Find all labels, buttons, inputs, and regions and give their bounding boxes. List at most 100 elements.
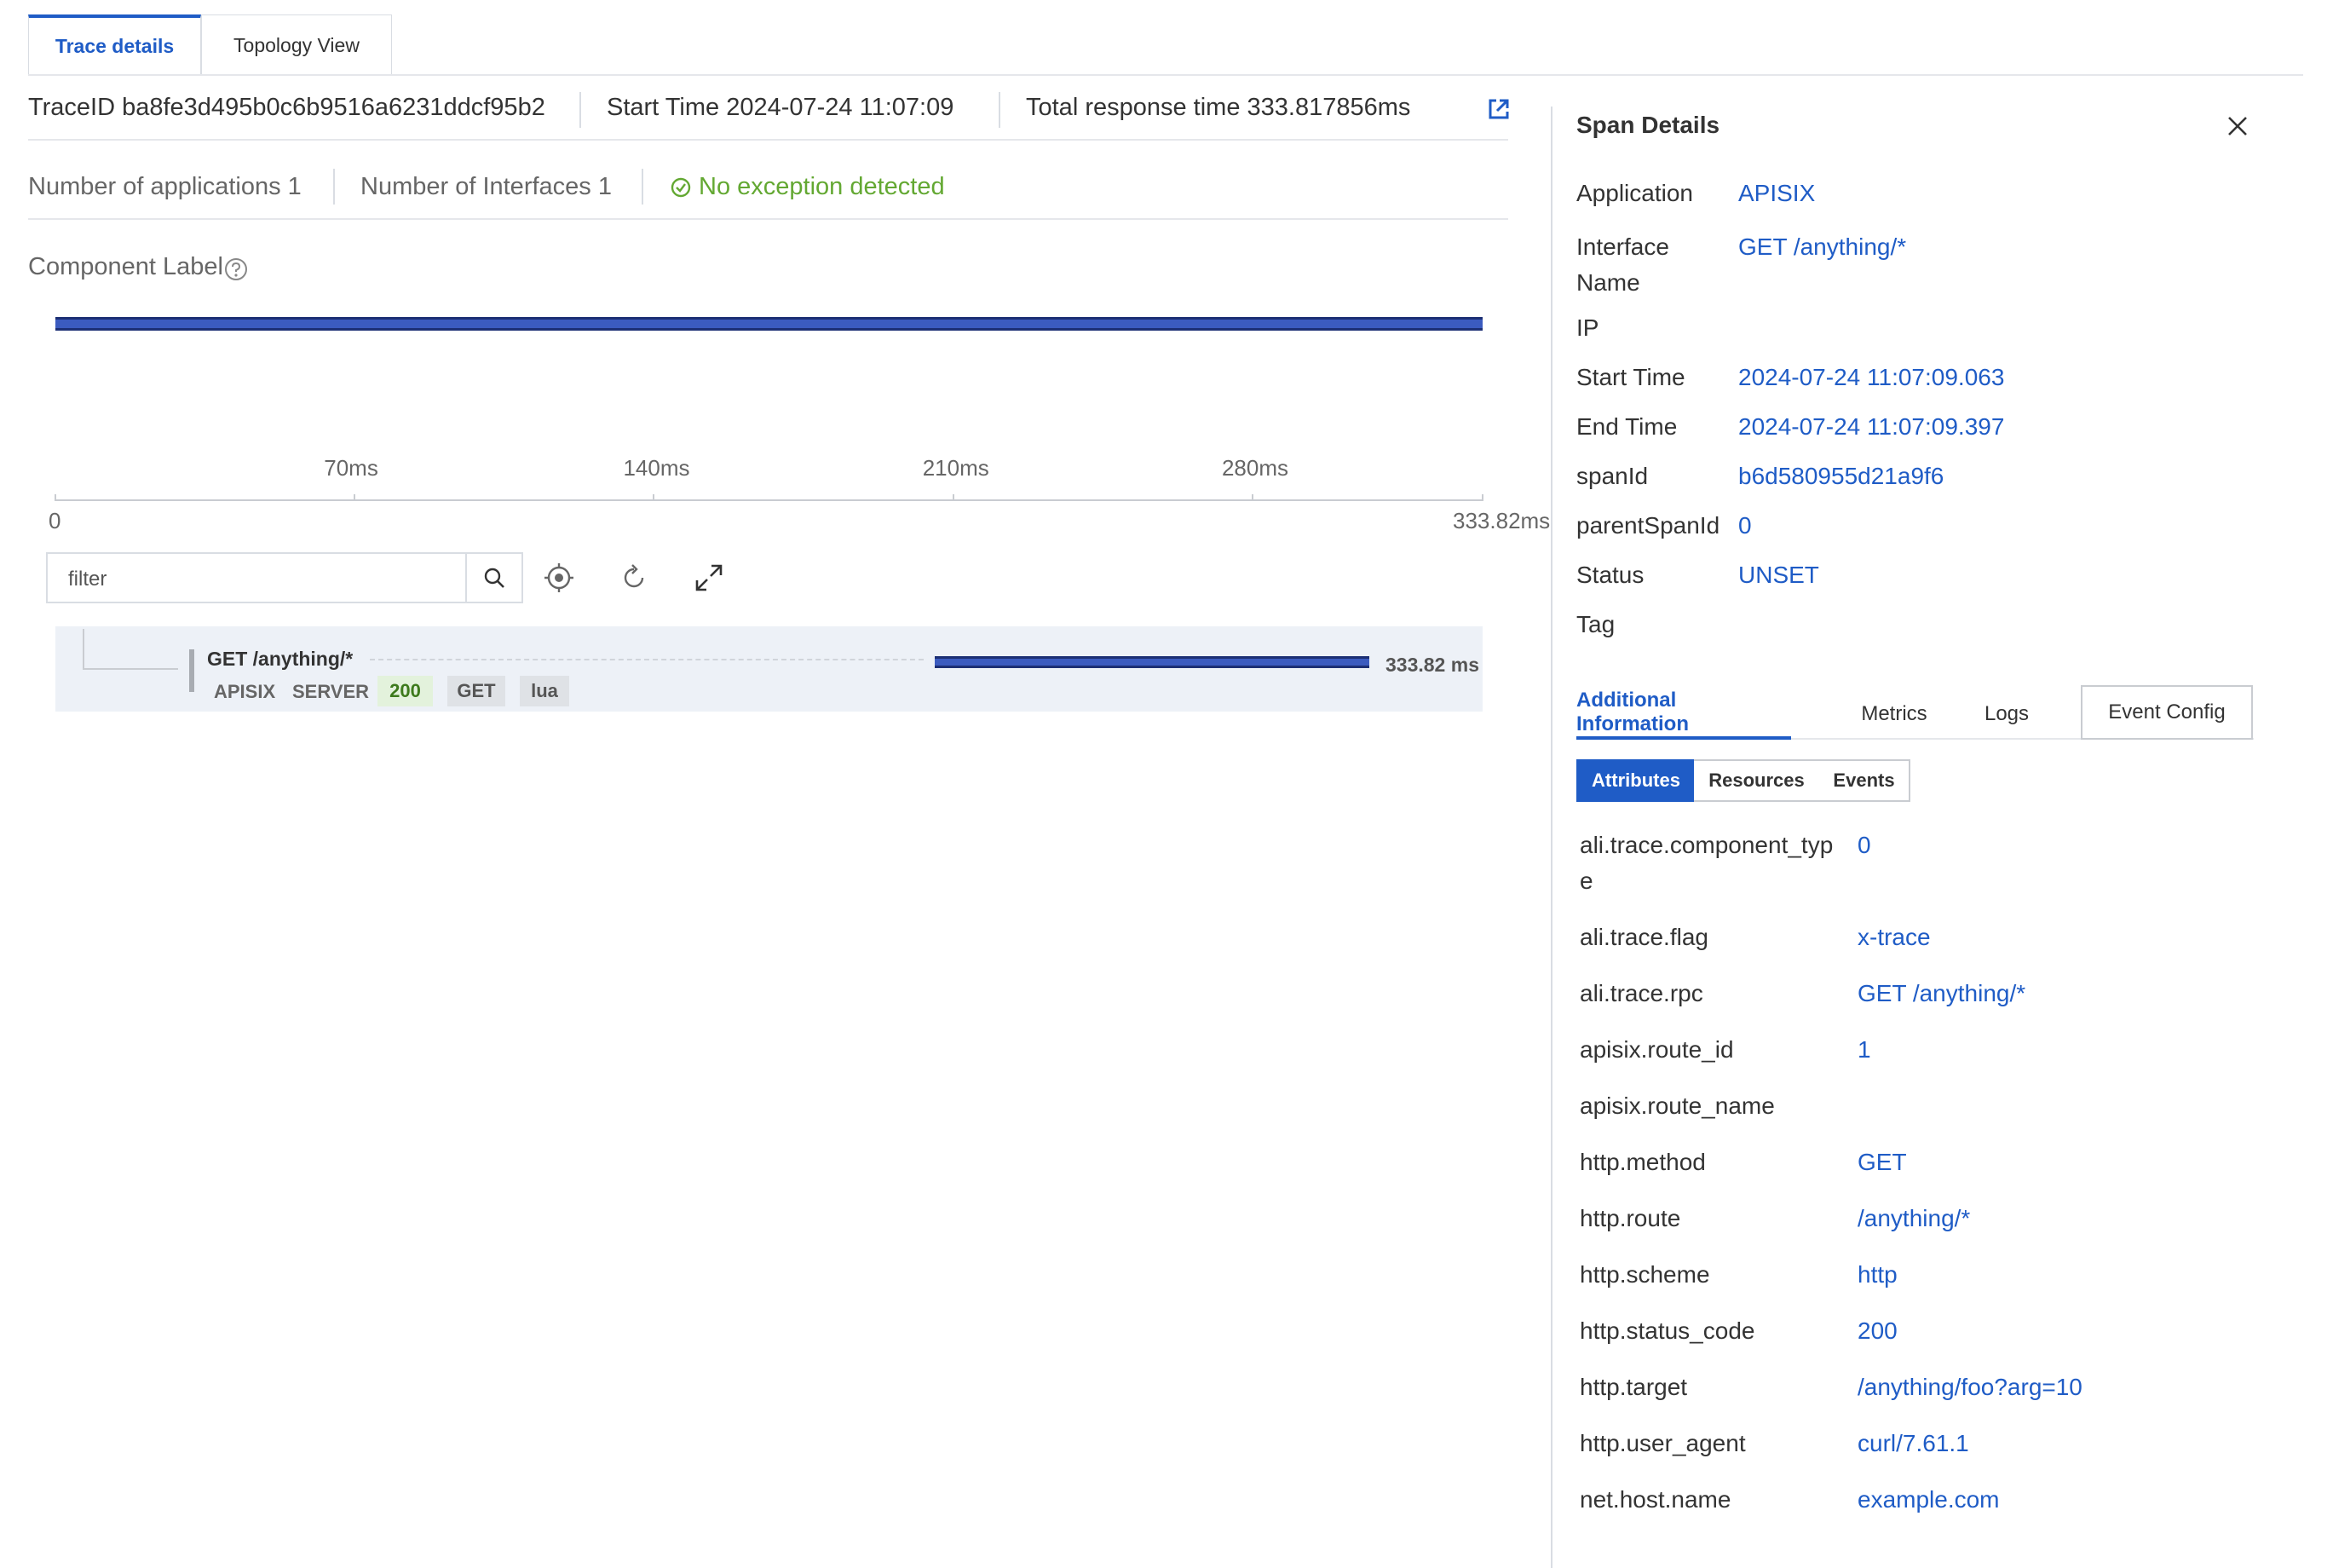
field-value-status: UNSET <box>1738 562 1819 588</box>
attr-value: x-trace <box>1858 924 1931 950</box>
num-applications: Number of applications 1 <box>28 173 302 200</box>
axis-tick-label: 210ms <box>922 455 989 481</box>
num-interfaces: Number of Interfaces 1 <box>360 173 612 200</box>
help-circle-icon[interactable] <box>223 257 249 282</box>
axis-tick <box>55 494 56 501</box>
axis-tick <box>653 494 655 501</box>
field-label-tag: Tag <box>1576 611 1616 637</box>
divider <box>579 92 581 128</box>
attr-value: http <box>1858 1261 1898 1288</box>
tab-label: Topology View <box>233 33 360 56</box>
search-icon <box>484 568 504 588</box>
attr-key: ali.trace.component_type <box>1580 832 1834 894</box>
field-label-end-time: End Time <box>1576 413 1678 440</box>
component-label: Component Label <box>28 253 223 280</box>
field-value-span-id[interactable]: b6d580955d21a9f6 <box>1738 463 1944 490</box>
tab-trace-details[interactable]: Trace details <box>28 14 201 75</box>
close-icon <box>2228 117 2247 135</box>
tag-method: GET <box>447 676 505 706</box>
span-duration: 333.82 ms <box>1385 654 1479 676</box>
span-application: APISIX <box>214 681 276 702</box>
fullscreen-button[interactable] <box>688 557 729 598</box>
field-label-interface-name: Interface Name <box>1576 233 1669 296</box>
overview-span-bar <box>55 317 1483 331</box>
locate-icon <box>544 563 573 592</box>
attr-value: 1 <box>1858 1036 1871 1063</box>
axis-tick-label: 280ms <box>1221 455 1288 481</box>
attr-value: /anything/foo?arg=10 <box>1858 1374 2082 1400</box>
total-response-time: Total response time 333.817856ms <box>1026 94 1411 121</box>
axis-tick <box>1251 494 1253 501</box>
attr-value: curl/7.61.1 <box>1858 1430 1969 1456</box>
axis-tick-label: 70ms <box>324 455 378 481</box>
axis-tick <box>1482 494 1483 501</box>
attr-key: apisix.route_name <box>1580 1092 1775 1119</box>
divider <box>642 169 643 205</box>
search-button[interactable] <box>465 552 523 603</box>
field-label-status: Status <box>1576 562 1645 588</box>
field-value-start-time: 2024-07-24 11:07:09.063 <box>1738 364 2005 390</box>
attr-value: /anything/* <box>1858 1205 1971 1231</box>
attr-value: 0 <box>1858 832 1871 858</box>
locate-button[interactable] <box>539 557 579 598</box>
segment-events[interactable]: Events <box>1819 759 1910 802</box>
start-time: Start Time 2024-07-24 11:07:09 <box>607 94 954 121</box>
attr-key: apisix.route_id <box>1580 1036 1734 1063</box>
tag-status-code: 200 <box>377 676 433 706</box>
divider <box>333 169 335 205</box>
attr-value: example.com <box>1858 1486 2000 1513</box>
span-kind: SERVER <box>292 681 370 702</box>
panel-divider[interactable] <box>1551 107 1552 1568</box>
segment-resources[interactable]: Resources <box>1694 759 1821 802</box>
field-label-span-id: spanId <box>1576 463 1649 489</box>
close-button[interactable] <box>2224 112 2251 140</box>
divider <box>999 92 1000 128</box>
refresh-icon <box>624 564 644 588</box>
tab-logs[interactable]: Logs <box>1960 689 2054 740</box>
attr-key: ali.trace.flag <box>1580 924 1708 950</box>
trace-id: TraceID ba8fe3d495b0c6b9516a6231ddcf95b2 <box>28 94 545 121</box>
time-axis <box>55 499 1483 501</box>
field-label-start-time: Start Time <box>1576 364 1685 390</box>
panel-title: Span Details <box>1576 112 1720 138</box>
tab-additional-information[interactable]: Additional Information <box>1576 689 1791 740</box>
segment-attributes[interactable]: Attributes <box>1576 759 1696 802</box>
tree-connector <box>83 668 178 670</box>
field-value-interface-name[interactable]: GET /anything/* <box>1738 229 1906 265</box>
exception-status: No exception detected <box>699 173 945 200</box>
axis-tick <box>354 494 356 501</box>
check-circle-icon <box>670 176 692 199</box>
field-label-ip: IP <box>1576 314 1599 341</box>
field-label-parent-span-id: parentSpanId <box>1576 512 1720 539</box>
attr-value: GET /anything/* <box>1858 980 2026 1006</box>
tag-language: lua <box>520 676 569 706</box>
event-config-button[interactable]: Event Config <box>2081 685 2253 740</box>
field-value-parent-span-id[interactable]: 0 <box>1738 512 1752 539</box>
tab-topology-view[interactable]: Topology View <box>201 14 392 75</box>
field-value-application[interactable]: APISIX <box>1738 180 1815 207</box>
axis-origin-label: 0 <box>49 508 61 533</box>
span-duration-bar <box>935 656 1369 668</box>
field-label-application: Application <box>1576 180 1693 206</box>
expand-icon <box>695 564 723 591</box>
divider <box>28 218 1508 220</box>
divider <box>28 139 1508 141</box>
attr-key: http.route <box>1580 1205 1681 1231</box>
attr-key: http.scheme <box>1580 1261 1710 1288</box>
tab-label: Trace details <box>55 35 175 57</box>
external-link-icon[interactable] <box>1487 97 1511 121</box>
attr-value: 200 <box>1858 1317 1898 1344</box>
axis-tick-label: 140ms <box>623 455 690 481</box>
timeline-overview[interactable] <box>55 317 1483 331</box>
attr-key: http.user_agent <box>1580 1430 1746 1456</box>
refresh-button[interactable] <box>613 557 654 598</box>
filter-field <box>46 552 523 603</box>
attr-key: http.status_code <box>1580 1317 1755 1344</box>
attr-value: GET <box>1858 1149 1907 1175</box>
attr-key: ali.trace.rpc <box>1580 980 1703 1006</box>
attr-key: net.host.name <box>1580 1486 1731 1513</box>
filter-input[interactable] <box>66 562 496 597</box>
tab-bar-underline <box>28 74 2303 76</box>
attr-key: http.target <box>1580 1374 1688 1400</box>
axis-end-label: 333.82ms <box>1453 508 1551 533</box>
